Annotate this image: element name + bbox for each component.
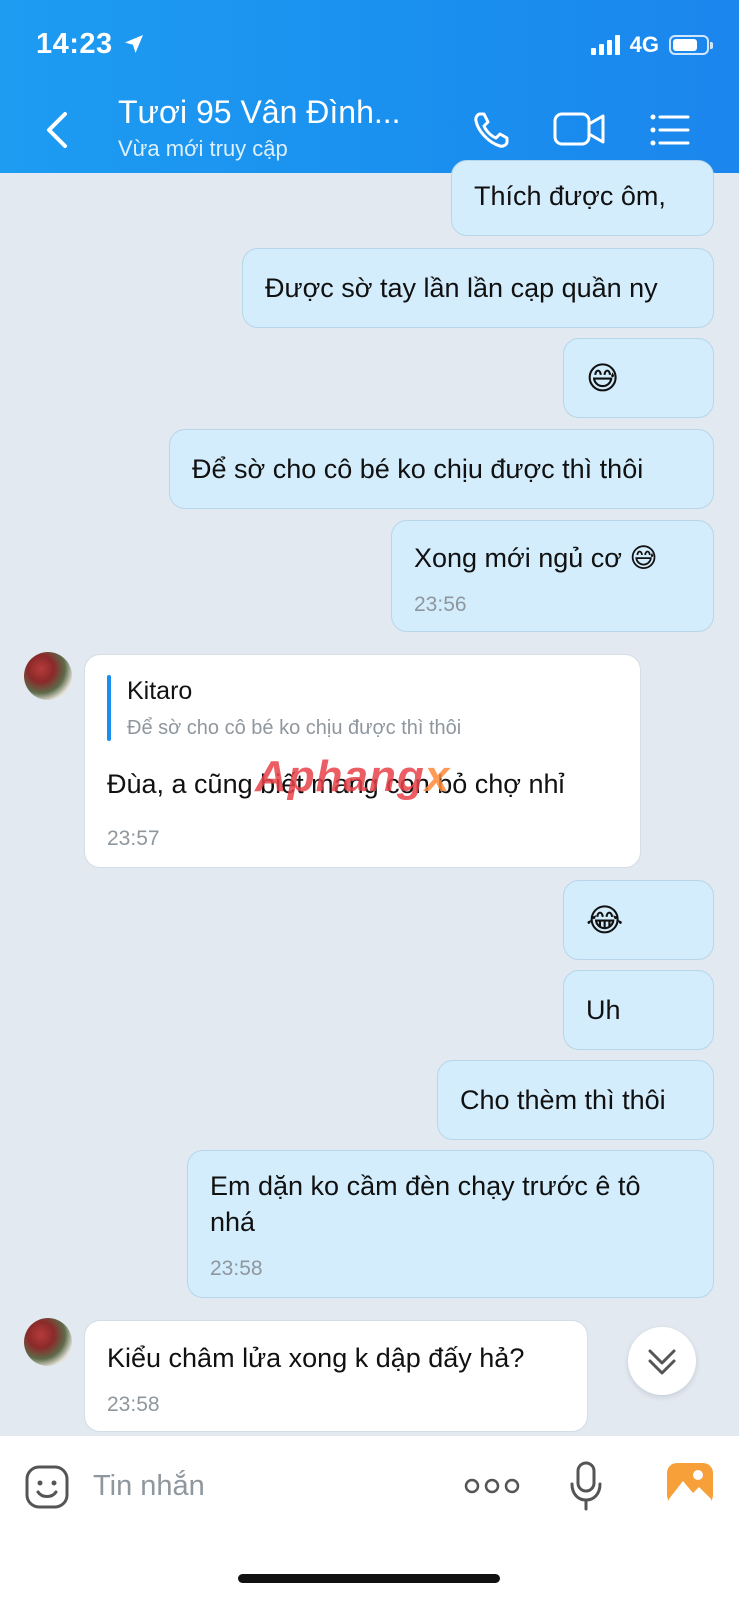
message-bubble-sent[interactable]: Để sờ cho cô bé ko chịu được thì thôi (169, 429, 714, 509)
message-bubble-sent[interactable]: Được sờ tay lần lần cạp quần ny (242, 248, 714, 328)
message-bubble-sent[interactable]: 😅 (563, 338, 714, 418)
location-arrow-icon (125, 35, 143, 53)
status-time: 14:23 (36, 28, 113, 60)
contact-avatar[interactable] (24, 1318, 72, 1366)
more-options-icon[interactable] (464, 1474, 520, 1498)
message-bubble-sent[interactable]: 😂 (563, 880, 714, 960)
message-text-line: nhá (210, 1207, 256, 1237)
message-text: Xong mới ngủ cơ 😅 (414, 543, 658, 573)
message-text: Kiểu châm lửa xong k dập đấy hả? (107, 1343, 525, 1373)
message-bubble-sent[interactable]: Xong mới ngủ cơ 😅 23:56 (391, 520, 714, 632)
sticker-emoji-icon[interactable] (24, 1464, 70, 1510)
signal-icon (590, 35, 620, 55)
watermark-logo: Aphangx (255, 752, 451, 801)
message-emoji: 😅 (586, 360, 620, 396)
home-indicator (238, 1574, 500, 1583)
network-type: 4G (629, 32, 659, 57)
back-button[interactable] (38, 108, 78, 152)
message-bubble-sent[interactable]: Cho thèm thì thôi (437, 1060, 714, 1140)
message-time: 23:58 (210, 1257, 263, 1280)
chat-header: 14:23 4G Tươi 95 Vân Đình... Vừa mới tru… (0, 0, 739, 173)
message-bubble-sent[interactable]: Thích được ôm, (451, 160, 714, 236)
message-text: Cho thèm thì thôi (460, 1085, 666, 1115)
status-indicators: 4G (590, 32, 713, 58)
quote-author: Kitaro (127, 677, 193, 705)
message-text: Để sờ cho cô bé ko chịu được thì thôi (192, 454, 644, 484)
message-time: 23:58 (107, 1393, 160, 1416)
message-bubble-sent[interactable]: Uh (563, 970, 714, 1050)
battery-icon (669, 35, 713, 55)
message-text-line: Em dặn ko cầm đèn chạy trước ê tô (210, 1171, 641, 1201)
message-text: Thích được ôm, (474, 181, 666, 211)
message-time: 23:57 (107, 827, 160, 850)
message-input[interactable]: Tin nhắn (93, 1470, 205, 1503)
image-gallery-icon[interactable] (665, 1461, 715, 1507)
double-chevron-down-icon (648, 1349, 676, 1375)
message-time: 23:56 (414, 593, 467, 616)
menu-icon[interactable] (648, 108, 692, 152)
quote-text: Để sờ cho cô bé ko chịu được thì thôi (127, 717, 462, 739)
message-emoji: 😂 (586, 902, 624, 938)
chat-title[interactable]: Tươi 95 Vân Đình... (118, 94, 401, 131)
chat-subtitle: Vừa mới truy cập (118, 136, 288, 161)
video-call-icon[interactable] (552, 108, 608, 152)
message-text: Uh (586, 995, 621, 1025)
message-composer: Tin nhắn (0, 1436, 739, 1600)
message-bubble-sent[interactable]: Em dặn ko cầm đèn chạy trước ê tô nhá 23… (187, 1150, 714, 1298)
phone-call-icon[interactable] (470, 108, 514, 152)
message-text: Được sờ tay lần lần cạp quần ny (265, 273, 658, 303)
contact-avatar[interactable] (24, 652, 72, 700)
message-bubble-received[interactable]: Kiểu châm lửa xong k dập đấy hả? 23:58 (84, 1320, 588, 1432)
microphone-icon[interactable] (568, 1460, 604, 1512)
scroll-to-bottom-button[interactable] (628, 1327, 696, 1395)
quote-bar (107, 675, 111, 741)
